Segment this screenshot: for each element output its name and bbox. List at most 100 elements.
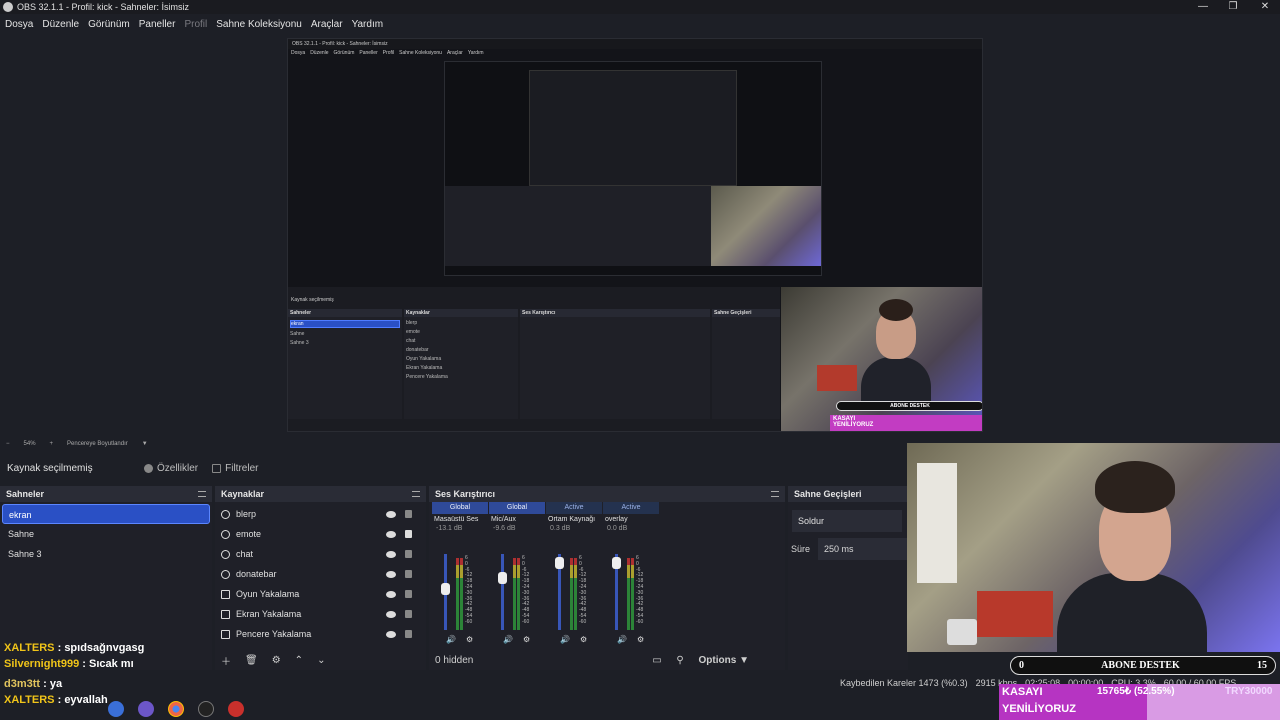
volume-slider[interactable] <box>441 554 450 630</box>
menu-profile[interactable]: Profil <box>184 19 207 30</box>
mixer-channel: Active overlay 0.0 dB 6 0 -6 -12 -18 -24 -30 -36 -4… <box>603 502 659 670</box>
move-up-button[interactable]: ⌃ <box>295 655 303 666</box>
zoom-out-button[interactable]: − <box>6 441 10 447</box>
slider-knob[interactable] <box>498 572 507 584</box>
zoom-level[interactable]: 54% <box>24 441 36 447</box>
menu-docks[interactable]: Paneller <box>139 19 176 30</box>
channel-name-dropdown[interactable]: Masaüstü Ses <box>432 514 488 525</box>
channel-name-dropdown[interactable]: Ortam Kaynağı <box>546 514 602 525</box>
channel-db: 0.3 dB <box>550 525 571 532</box>
nested-docks: Kaynak seçilmemiş Sahneler ekran Sahne S… <box>288 287 780 431</box>
volume-slider[interactable] <box>498 554 507 630</box>
filters-button[interactable]: Filtreler <box>212 463 258 474</box>
lock-icon[interactable] <box>405 610 412 618</box>
layout-icon[interactable]: ▭ <box>652 655 661 666</box>
restore-icon[interactable]: ❐ <box>1218 0 1248 14</box>
menu-view[interactable]: Görünüm <box>88 19 130 30</box>
speaker-icon[interactable]: 🔊 <box>446 635 456 644</box>
channel-name-dropdown[interactable]: overlay <box>603 514 659 525</box>
source-item[interactable]: blerp <box>215 504 426 524</box>
lock-icon[interactable] <box>405 510 412 518</box>
source-item[interactable]: chat <box>215 544 426 564</box>
filter-icon <box>212 463 222 473</box>
source-item[interactable]: Pencere Yakalama <box>215 624 426 644</box>
eye-icon[interactable] <box>386 610 396 618</box>
volume-slider[interactable] <box>612 554 621 630</box>
globe-icon <box>221 569 230 579</box>
slider-knob[interactable] <box>612 557 621 569</box>
eye-icon[interactable] <box>386 550 396 558</box>
options-button[interactable]: Options ▼ <box>699 655 749 666</box>
gear-icon[interactable]: ⚙ <box>523 635 530 644</box>
eye-icon[interactable] <box>386 570 396 578</box>
gear-icon[interactable]: ⚙ <box>272 655 281 666</box>
goal-amount: 15765₺ (52.55%) <box>1097 686 1175 697</box>
zoom-in-button[interactable]: + <box>50 441 54 447</box>
add-source-button[interactable]: ＋ <box>221 653 231 668</box>
sub-goal-current: 0 <box>1019 660 1024 671</box>
menu-scene-collection[interactable]: Sahne Koleksiyonu <box>216 19 302 30</box>
gear-icon[interactable]: ⚙ <box>580 635 587 644</box>
volume-slider[interactable] <box>555 554 564 630</box>
dock-menu-icon[interactable] <box>771 491 779 497</box>
source-item[interactable]: donatebar <box>215 564 426 584</box>
discord-icon[interactable] <box>138 701 154 717</box>
window-title: OBS 32.1.1 - Profil: kick - Sahneler: İs… <box>17 2 190 12</box>
eye-icon[interactable] <box>386 530 396 538</box>
scene-item-sahne[interactable]: Sahne <box>2 524 210 544</box>
speaker-icon[interactable]: 🔊 <box>560 635 570 644</box>
obs-icon[interactable] <box>198 701 214 717</box>
lock-icon[interactable] <box>405 530 412 538</box>
menu-file[interactable]: Dosya <box>5 19 33 30</box>
sub-goal-target: 15 <box>1256 660 1267 671</box>
scenes-title: Sahneler <box>6 489 45 499</box>
chrome-icon[interactable] <box>168 701 184 717</box>
eye-icon[interactable] <box>386 630 396 638</box>
lock-icon[interactable] <box>405 630 412 638</box>
source-item[interactable]: Oyun Yakalama <box>215 584 426 604</box>
preview-canvas[interactable]: OBS 32.1.1 - Profil: kick - Sahneler: İs… <box>0 34 1280 437</box>
trash-icon[interactable]: 🗑 <box>245 655 258 666</box>
source-item[interactable]: Ekran Yakalama <box>215 604 426 624</box>
gear-icon[interactable]: ⚙ <box>466 635 473 644</box>
dock-menu-icon[interactable] <box>198 491 206 497</box>
scene-item-sahne-3[interactable]: Sahne 3 <box>2 544 210 564</box>
fit-to-window-button[interactable]: Pencereye Boyutlandır <box>67 441 128 447</box>
source-item[interactable]: emote <box>215 524 426 544</box>
chevron-down-icon[interactable]: ▼ <box>142 441 148 447</box>
properties-button[interactable]: Özellikler <box>144 463 198 474</box>
move-down-button[interactable]: ⌄ <box>317 655 325 666</box>
gear-icon[interactable]: ⚙ <box>637 635 644 644</box>
speaker-icon[interactable]: 🔊 <box>503 635 513 644</box>
lock-icon[interactable] <box>405 550 412 558</box>
hidden-count[interactable]: 0 hidden <box>435 655 473 666</box>
scene-item-ekran[interactable]: ekran <box>2 504 210 524</box>
zoom-bar: − 54% + Pencereye Boyutlandır ▼ <box>0 437 640 451</box>
duration-input[interactable]: 250 ms <box>818 538 908 560</box>
link-icon[interactable]: ⚲ <box>676 655 683 666</box>
slider-knob[interactable] <box>441 583 450 595</box>
lock-icon[interactable] <box>405 590 412 598</box>
menu-bar: Dosya Düzenle Görünüm Paneller Profil Sa… <box>0 15 1280 33</box>
menu-tools[interactable]: Araçlar <box>311 19 343 30</box>
minimize-icon[interactable]: — <box>1188 0 1218 14</box>
mixer-channel: Active Ortam Kaynağı 0.3 dB 6 0 -6 -12 -18 -24 -3… <box>546 502 602 670</box>
speaker-icon[interactable]: 🔊 <box>617 635 627 644</box>
meter-ticks: 6 0 -6 -12 -18 -24 -30 -36 -42 -48 -54 -60 <box>636 555 643 626</box>
gamepad-icon <box>221 589 230 599</box>
close-icon[interactable]: ✕ <box>1250 0 1280 14</box>
eye-icon[interactable] <box>386 590 396 598</box>
menu-edit[interactable]: Düzenle <box>42 19 79 30</box>
record-icon[interactable] <box>228 701 244 717</box>
lock-icon[interactable] <box>405 570 412 578</box>
slider-knob[interactable] <box>555 557 564 569</box>
mixer-channel: Global Masaüstü Ses -13.1 dB 6 0 -6 -12 -18 -24-… <box>432 502 488 670</box>
app-icon[interactable] <box>108 701 124 717</box>
transition-select[interactable]: Soldur <box>792 510 902 532</box>
eye-icon[interactable] <box>386 510 396 518</box>
menu-help[interactable]: Yardım <box>352 19 384 30</box>
dock-menu-icon[interactable] <box>412 491 420 497</box>
recursive-docks <box>445 186 713 266</box>
channel-name-dropdown[interactable]: Mic/Aux <box>489 514 545 525</box>
nested-screen-capture: OBS 32.1.1 - Profil: kick - Sahneler: İs… <box>287 38 983 432</box>
